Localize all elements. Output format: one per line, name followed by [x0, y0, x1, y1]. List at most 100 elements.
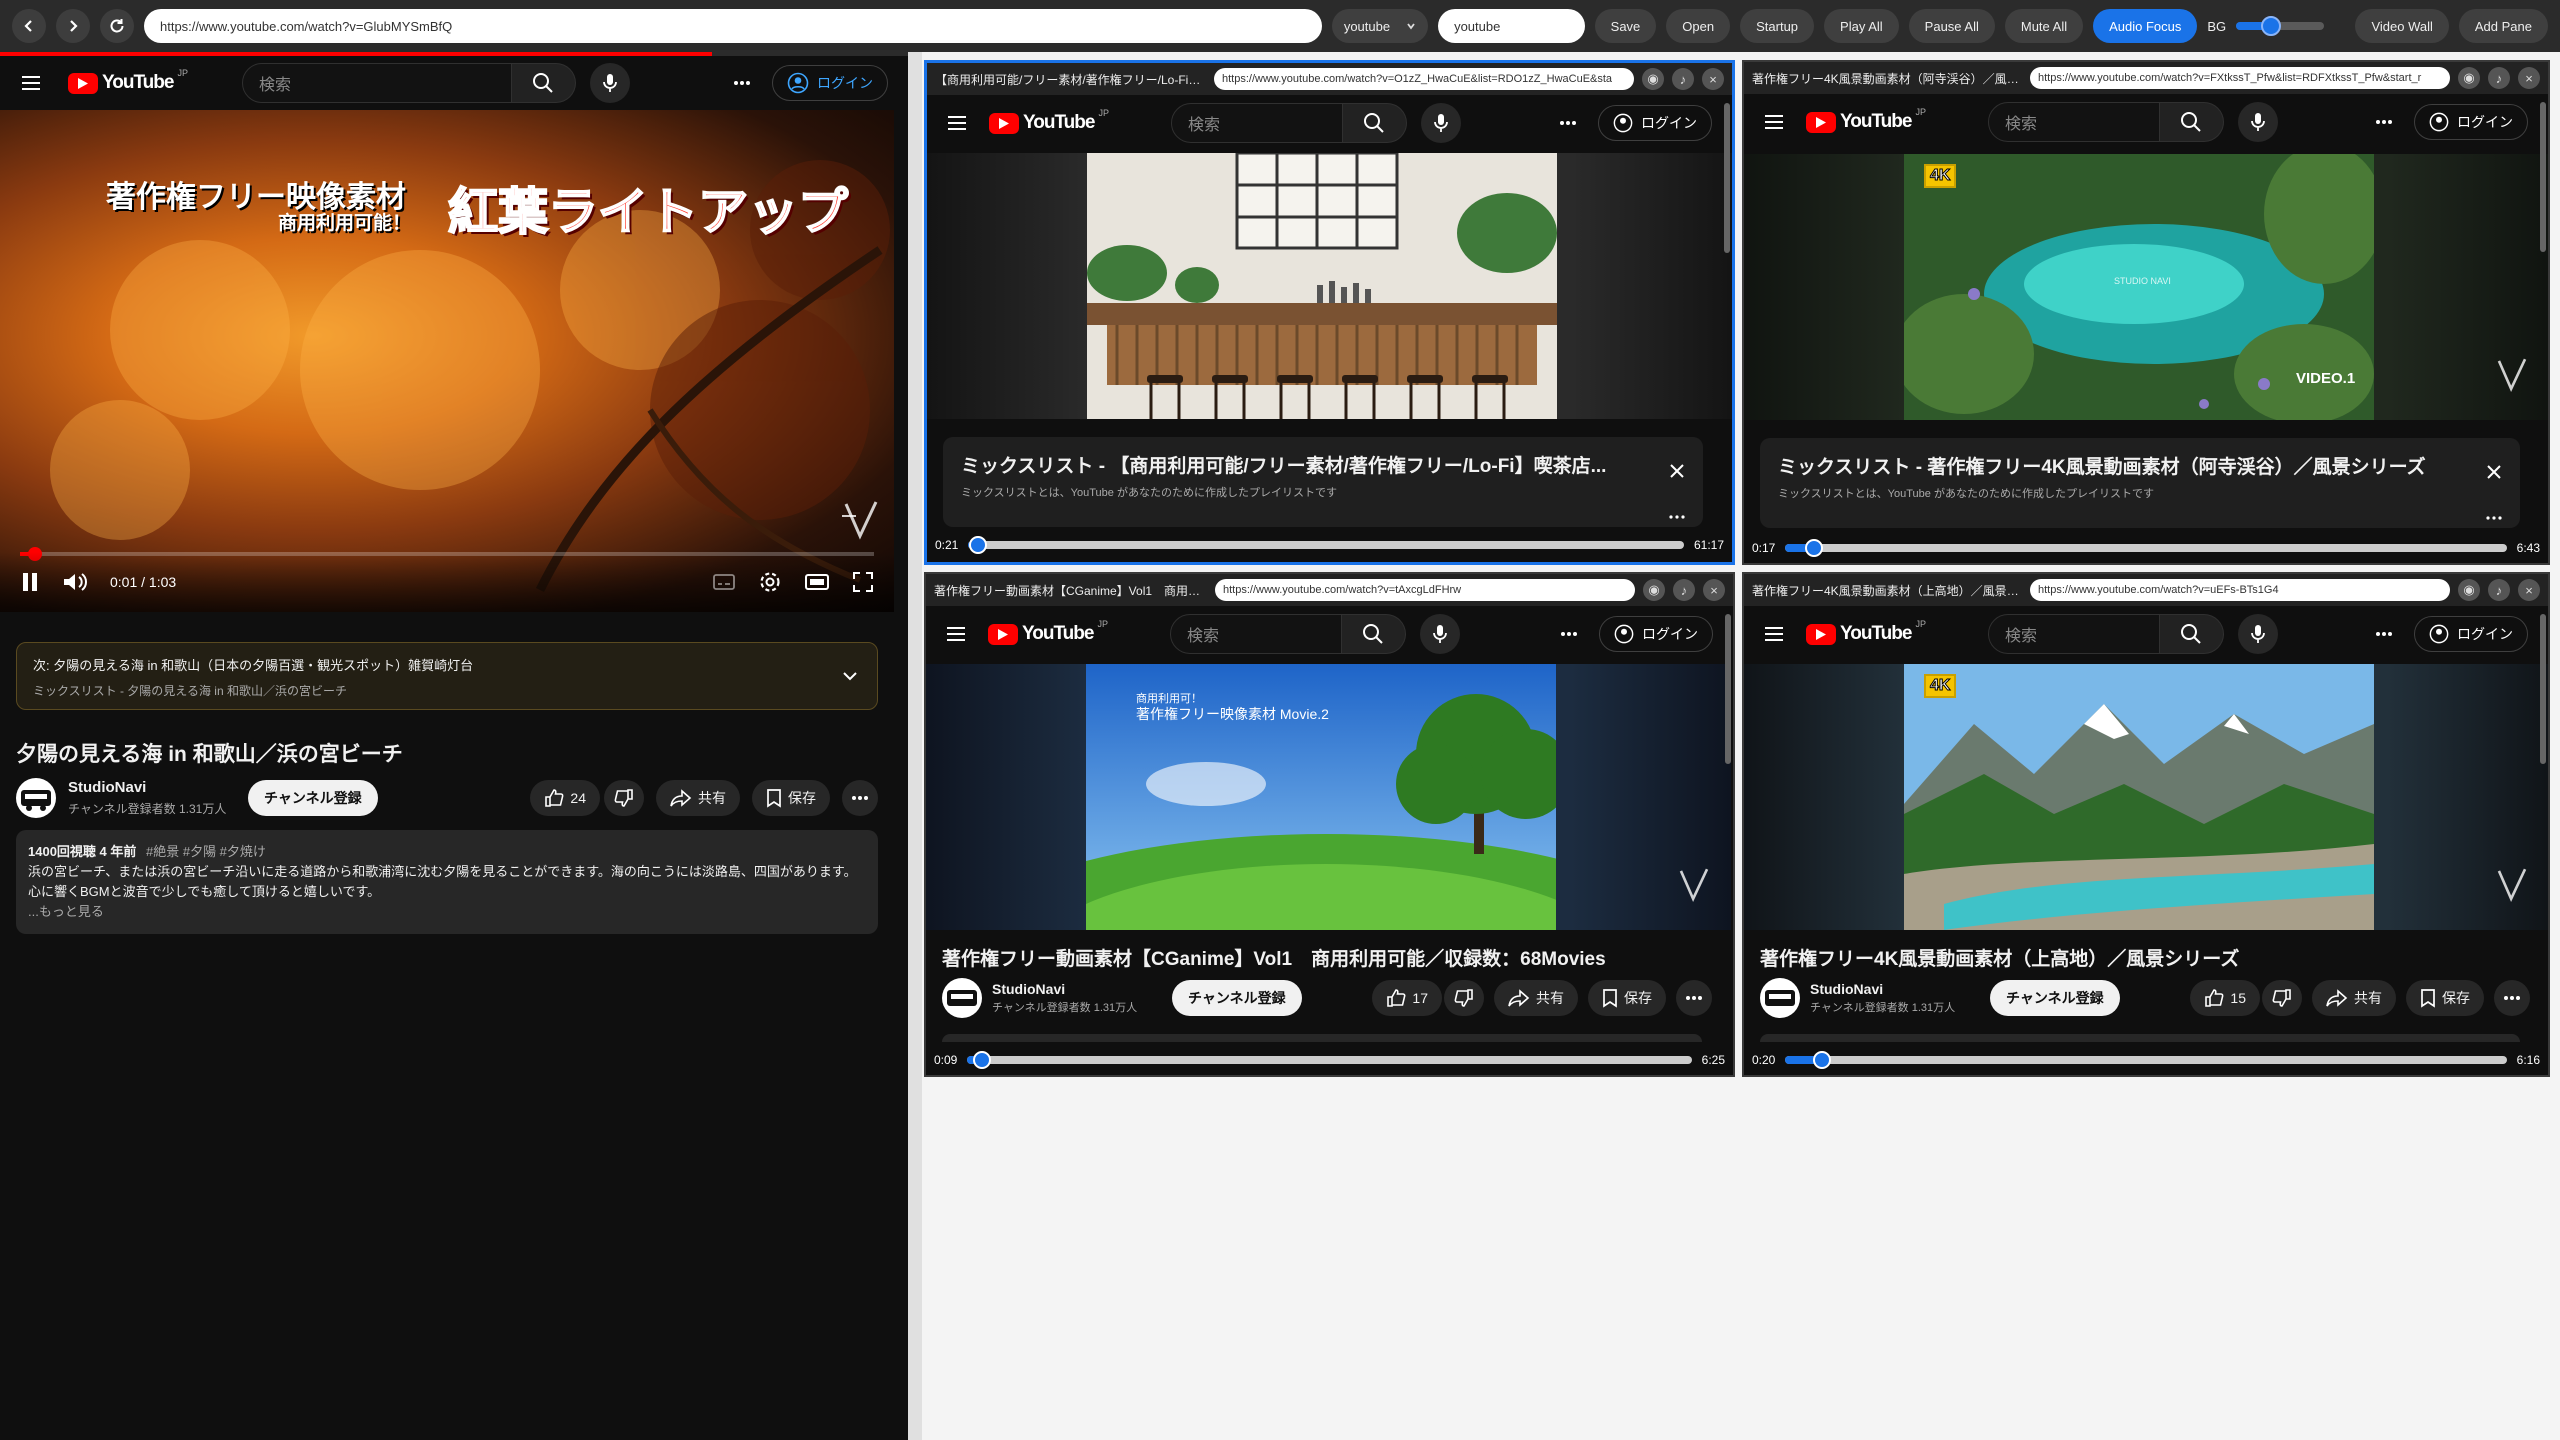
yt-search-button[interactable]	[511, 63, 576, 103]
pane-1-scrollbar[interactable]	[1724, 103, 1730, 253]
pause-all-button[interactable]: Pause All	[1908, 9, 1995, 43]
pane-1-close-button[interactable]: ×	[1702, 68, 1724, 90]
login-button[interactable]: ログイン	[1598, 105, 1712, 141]
subscribe-button[interactable]: チャンネル登録	[248, 780, 378, 816]
pane-4-audio-button[interactable]: ♪	[2488, 579, 2510, 601]
pause-icon[interactable]	[20, 571, 40, 593]
play-all-button[interactable]: Play All	[1824, 9, 1899, 43]
more-horiz-icon[interactable]	[1669, 515, 1685, 519]
youtube-logo[interactable]: YouTube JP	[68, 68, 188, 94]
yt-search-button[interactable]	[2159, 102, 2224, 142]
yt-search-input[interactable]: 検索	[1987, 102, 2160, 142]
reload-button[interactable]	[100, 9, 134, 43]
hashtags[interactable]: #絶景 #夕陽 #夕焼け	[146, 844, 266, 859]
pane-3[interactable]: 著作権フリー動画素材【CGanime】Vol1 商用利... https://w…	[924, 572, 1735, 1077]
bg-slider-knob[interactable]	[2261, 16, 2282, 36]
add-pane-button[interactable]: Add Pane	[2458, 9, 2548, 43]
next-up-card[interactable]: 次: 夕陽の見える海 in 和歌山（日本の夕陽百選・観光スポット）雑賀崎灯台 ミ…	[16, 642, 878, 710]
menu-icon[interactable]	[1764, 114, 1784, 130]
login-button[interactable]: ログイン	[2414, 616, 2528, 652]
pane-2-seek-bar[interactable]	[1785, 539, 2507, 557]
pane-1[interactable]: 【商用利用可能/フリー素材/著作権フリー/Lo-Fi】... https://w…	[924, 60, 1735, 565]
show-more-link[interactable]: ...もっと見る	[28, 902, 866, 922]
yt-search-button[interactable]	[1342, 103, 1407, 143]
audio-focus-button[interactable]: Audio Focus	[2093, 9, 2198, 43]
channel-name[interactable]: StudioNavi	[68, 779, 236, 796]
pane-3-audio-button[interactable]: ♪	[1673, 579, 1695, 601]
pane-1-video[interactable]	[927, 153, 1732, 419]
pane-1-mix-card[interactable]: ミックスリスト - 【商用利用可能/フリー素材/著作権フリー/Lo-Fi】喫茶店…	[943, 437, 1703, 527]
pane-2-video[interactable]: 4K STUDIO NAVI VIDEO.1	[1744, 154, 2548, 420]
mute-all-button[interactable]: Mute All	[2004, 9, 2084, 43]
subscribe-button[interactable]: チャンネル登録	[1172, 980, 1302, 1016]
settings-more-button[interactable]	[726, 67, 758, 99]
voice-search-button[interactable]	[589, 63, 630, 103]
pane-3-pin-button[interactable]: ◉	[1643, 579, 1665, 601]
voice-search-button[interactable]	[1420, 103, 1461, 143]
youtube-logo[interactable]: YouTube JP	[989, 108, 1109, 134]
youtube-logo[interactable]: YouTube JP	[1806, 619, 1926, 645]
channel-name[interactable]: StudioNavi	[1810, 981, 1980, 997]
search-query-input[interactable]: youtube	[1438, 9, 1585, 43]
video-wall-button[interactable]: Video Wall	[2355, 9, 2449, 43]
menu-icon[interactable]	[947, 115, 967, 131]
fullscreen-icon[interactable]	[852, 571, 874, 593]
settings-more-button[interactable]	[1553, 618, 1585, 650]
pane-2-seek-knob[interactable]	[1805, 539, 1824, 557]
menu-icon[interactable]	[1764, 626, 1784, 642]
chevron-down-icon[interactable]	[841, 667, 859, 685]
pane-3-seek-bar[interactable]	[967, 1051, 1692, 1069]
subtitles-icon[interactable]	[712, 572, 736, 592]
voice-search-button[interactable]	[2237, 102, 2278, 142]
url-input[interactable]: https://www.youtube.com/watch?v=GlubMYSm…	[144, 9, 1322, 43]
save-video-button[interactable]: 保存	[752, 780, 830, 816]
pane-4-pin-button[interactable]: ◉	[2458, 579, 2480, 601]
save-button[interactable]: Save	[1594, 9, 1657, 43]
yt-search-button[interactable]	[1341, 614, 1406, 654]
voice-search-button[interactable]	[1419, 614, 1460, 654]
pane-2[interactable]: 著作権フリー4K風景動画素材（阿寺渓谷）／風景... https://www.y…	[1742, 60, 2550, 565]
pane-1-url-input[interactable]: https://www.youtube.com/watch?v=O1zZ_Hwa…	[1214, 68, 1634, 90]
yt-search-button[interactable]	[2159, 614, 2224, 654]
voice-search-button[interactable]	[2237, 614, 2278, 654]
pane-3-close-button[interactable]: ×	[1703, 579, 1725, 601]
settings-more-button[interactable]	[1552, 107, 1584, 139]
settings-more-button[interactable]	[2368, 618, 2400, 650]
pane-4-video[interactable]: 4K	[1744, 664, 2548, 930]
pane-3-scrollbar[interactable]	[1725, 614, 1731, 764]
pane-4[interactable]: 著作権フリー4K風景動画素材（上高地）／風景シ... https://www.y…	[1742, 572, 2550, 1077]
settings-more-button[interactable]	[2368, 106, 2400, 138]
volume-icon[interactable]	[62, 571, 88, 593]
like-button[interactable]: 24	[530, 780, 600, 816]
subscribe-button[interactable]: チャンネル登録	[1990, 980, 2120, 1016]
close-icon[interactable]	[2486, 464, 2502, 480]
yt-search-input[interactable]: 検索	[241, 63, 512, 103]
channel-avatar[interactable]	[16, 778, 56, 818]
yt-search-input[interactable]: 検索	[1169, 614, 1342, 654]
share-button[interactable]: 共有	[2312, 980, 2396, 1016]
pane-2-pin-button[interactable]: ◉	[2458, 67, 2480, 89]
save-video-button[interactable]: 保存	[1588, 980, 1666, 1016]
pane-4-seek-knob[interactable]	[1813, 1051, 1832, 1069]
dislike-button[interactable]	[604, 780, 644, 816]
dislike-button[interactable]	[1444, 980, 1484, 1016]
pane-1-pin-button[interactable]: ◉	[1642, 68, 1664, 90]
channel-avatar[interactable]	[942, 978, 982, 1018]
login-button[interactable]: ログイン	[1599, 616, 1713, 652]
open-button[interactable]: Open	[1666, 9, 1731, 43]
startup-button[interactable]: Startup	[1740, 9, 1815, 43]
menu-icon[interactable]	[20, 74, 42, 92]
back-button[interactable]	[12, 9, 46, 43]
more-actions-button[interactable]	[842, 780, 878, 816]
like-button[interactable]: 17	[1372, 980, 1442, 1016]
pane-4-seek-bar[interactable]	[1785, 1051, 2507, 1069]
pane-3-seek-knob[interactable]	[973, 1051, 992, 1069]
share-button[interactable]: 共有	[1494, 980, 1578, 1016]
pane-3-url-input[interactable]: https://www.youtube.com/watch?v=tAxcgLdF…	[1215, 579, 1635, 601]
pane-1-seek-bar[interactable]	[968, 536, 1684, 554]
site-select[interactable]: youtube	[1331, 9, 1429, 43]
youtube-logo[interactable]: YouTube JP	[1806, 107, 1926, 133]
yt-search-input[interactable]: 検索	[1170, 103, 1343, 143]
share-button[interactable]: 共有	[656, 780, 740, 816]
bg-slider[interactable]	[2236, 16, 2325, 36]
